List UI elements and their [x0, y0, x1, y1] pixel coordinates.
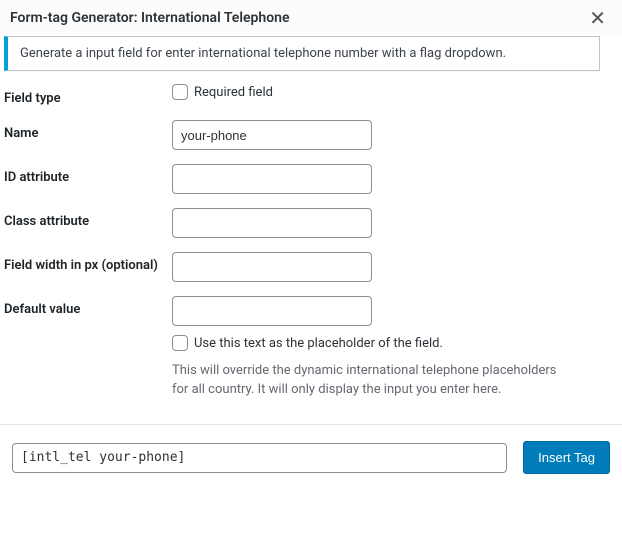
row-name: Name [4, 120, 600, 150]
field-width-input[interactable] [172, 252, 372, 282]
label-field-width: Field width in px (optional) [4, 252, 172, 273]
checkbox-icon [172, 84, 188, 100]
label-name: Name [4, 120, 172, 141]
close-icon[interactable]: ✕ [583, 6, 612, 30]
insert-tag-button[interactable]: Insert Tag [523, 441, 610, 474]
placeholder-checkbox-text: Use this text as the placeholder of the … [194, 336, 443, 351]
label-field-type: Field type [4, 85, 172, 106]
placeholder-checkbox[interactable]: Use this text as the placeholder of the … [172, 336, 443, 351]
dialog-title: Form-tag Generator: International Teleph… [10, 10, 289, 26]
row-field-width: Field width in px (optional) [4, 252, 600, 282]
dialog-footer: Insert Tag [0, 425, 622, 494]
row-id-attribute: ID attribute [4, 164, 600, 194]
page-horizontal-scrollbar[interactable] [4, 519, 618, 535]
inner-scroll-pane[interactable]: Generate a input field for enter interna… [4, 34, 608, 412]
name-input[interactable] [172, 120, 372, 150]
required-field-text: Required field [194, 85, 273, 100]
label-id-attribute: ID attribute [4, 164, 172, 185]
class-attribute-input[interactable] [172, 208, 372, 238]
dialog-titlebar: Form-tag Generator: International Teleph… [0, 0, 622, 34]
label-class-attribute: Class attribute [4, 208, 172, 229]
checkbox-icon [172, 335, 188, 351]
row-default-value: Default value Use this text as the place… [4, 296, 600, 400]
id-attribute-input[interactable] [172, 164, 372, 194]
generated-tag-input[interactable] [12, 443, 507, 473]
default-value-input[interactable] [172, 296, 372, 326]
row-class-attribute: Class attribute [4, 208, 600, 238]
outer-scroll-pane[interactable]: Generate a input field for enter interna… [4, 34, 609, 424]
description-notice: Generate a input field for enter interna… [4, 36, 600, 71]
required-field-checkbox[interactable]: Required field [172, 85, 273, 100]
spacer [4, 519, 618, 520]
default-value-help: This will override the dynamic internati… [172, 361, 572, 400]
label-default-value: Default value [4, 296, 172, 317]
row-field-type: Field type Required field [4, 85, 600, 106]
